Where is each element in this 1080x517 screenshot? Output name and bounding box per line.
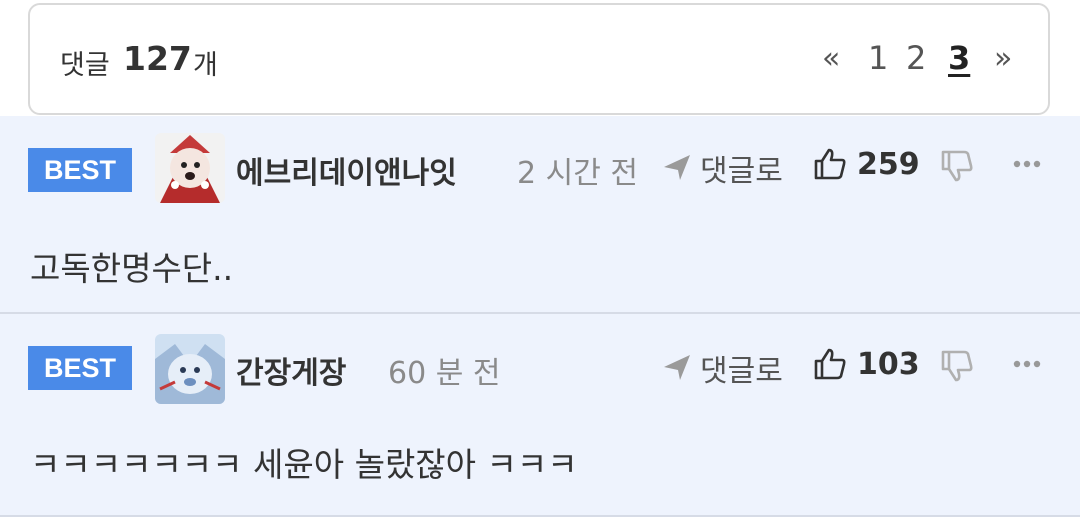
page-3-current[interactable]: 3 bbox=[948, 39, 970, 77]
comment-item: BEST 에브리데이앤나잇 2 시간 전 댓글로 259 고독한명수단.. bbox=[0, 116, 1080, 314]
page-2-link[interactable]: 2 bbox=[906, 39, 926, 77]
thumbs-down-icon[interactable] bbox=[940, 149, 974, 183]
reply-arrow-icon[interactable] bbox=[662, 152, 692, 182]
username[interactable]: 간장게장 bbox=[236, 348, 346, 392]
avatar-icon[interactable] bbox=[155, 133, 225, 203]
thumbs-up-icon[interactable] bbox=[813, 147, 847, 181]
thumbs-down-icon[interactable] bbox=[940, 349, 974, 383]
comment-text: 고독한명수단.. bbox=[30, 249, 234, 288]
more-options-icon[interactable] bbox=[1013, 159, 1043, 169]
reply-arrow-icon[interactable] bbox=[662, 352, 692, 382]
last-page-button[interactable]: » bbox=[994, 41, 1012, 76]
comment-count-label: 댓글 bbox=[60, 50, 110, 81]
comment-item: BEST 간장게장 60 분 전 댓글로 103 ㅋㅋㅋㅋㅋㅋㅋ 세윤아 놀랐잖… bbox=[0, 314, 1080, 517]
like-count: 259 bbox=[857, 147, 920, 182]
reply-button[interactable]: 댓글로 bbox=[700, 146, 783, 190]
comment-time: 60 분 전 bbox=[388, 356, 501, 391]
thumbs-up-icon[interactable] bbox=[813, 347, 847, 381]
comment-time: 2 시간 전 bbox=[517, 156, 638, 191]
page-1-link[interactable]: 1 bbox=[868, 39, 888, 77]
best-badge: BEST bbox=[28, 346, 132, 390]
comments-header: 댓글 127 개 « 1 2 3 » bbox=[28, 3, 1050, 115]
comment-text: ㅋㅋㅋㅋㅋㅋㅋ 세윤아 놀랐잖아 ㅋㅋㅋ bbox=[30, 445, 578, 484]
avatar-icon[interactable] bbox=[155, 334, 225, 404]
reply-button[interactable]: 댓글로 bbox=[700, 346, 783, 390]
first-page-button[interactable]: « bbox=[822, 41, 840, 76]
more-options-icon[interactable] bbox=[1013, 359, 1043, 369]
best-badge: BEST bbox=[28, 148, 132, 192]
comment-count: 127 bbox=[123, 39, 192, 78]
username[interactable]: 에브리데이앤나잇 bbox=[236, 148, 457, 192]
like-count: 103 bbox=[857, 347, 920, 382]
comment-count-unit: 개 bbox=[193, 50, 218, 81]
